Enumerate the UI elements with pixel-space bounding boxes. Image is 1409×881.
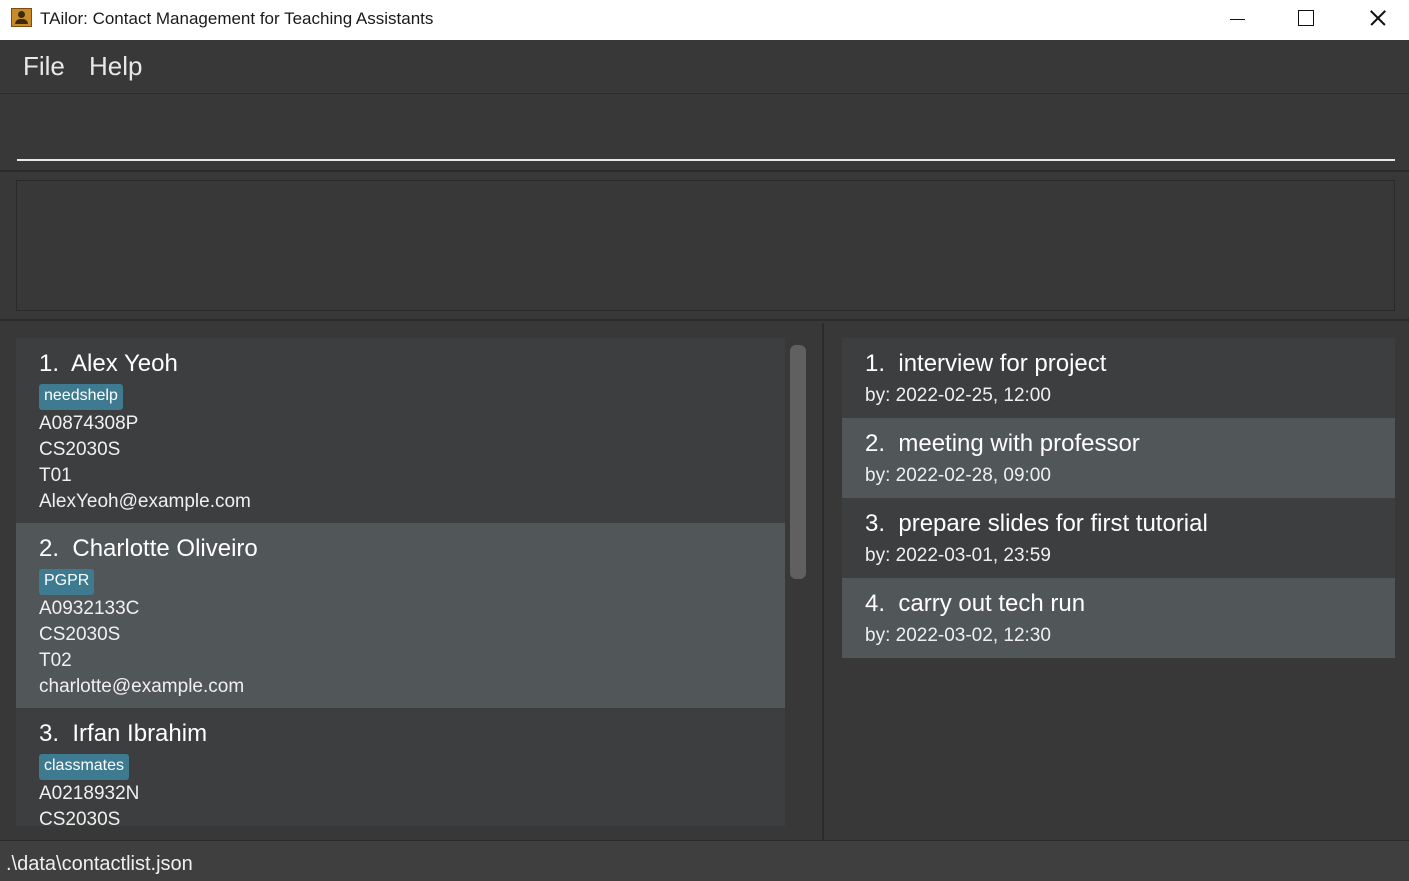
save-location: .\data\contactlist.json [6, 853, 193, 875]
menu-file[interactable]: File [23, 51, 65, 82]
command-box [0, 95, 1409, 172]
task-deadline: by: 2022-03-02, 12:30 [865, 625, 1051, 646]
person-tutorial: T01 [39, 465, 72, 486]
menu-bar: File Help [0, 40, 1409, 94]
close-icon[interactable] [1346, 0, 1406, 40]
person-card[interactable]: 2. Charlotte Oliveiro PGPR A0932133C CS2… [16, 523, 785, 708]
task-card[interactable]: 4. carry out tech run by: 2022-03-02, 12… [842, 578, 1395, 658]
person-list-scrollbar[interactable] [790, 345, 806, 579]
task-deadline: by: 2022-02-28, 09:00 [865, 465, 1051, 486]
person-tag: PGPR [39, 569, 95, 595]
task-title-text: meeting with professor [898, 430, 1140, 457]
person-student-id: A0874308P [39, 413, 139, 434]
task-card[interactable]: 3. prepare slides for first tutorial by:… [842, 498, 1395, 578]
result-display-container [0, 172, 1409, 321]
maximize-icon[interactable] [1275, 0, 1335, 40]
task-title-text: interview for project [898, 350, 1107, 377]
status-bar: .\data\contactlist.json [0, 840, 1409, 881]
person-tag: classmates [39, 754, 130, 780]
task-card[interactable]: 2. meeting with professor by: 2022-02-28… [842, 418, 1395, 498]
person-index: 2. [39, 535, 60, 562]
task-card[interactable]: 1. interview for project by: 2022-02-25,… [842, 338, 1395, 418]
task-index: 1. [865, 350, 886, 377]
contact-book-icon [11, 8, 32, 27]
person-name: 3. Irfan Ibrahim [39, 720, 207, 748]
task-list-panel: 1. interview for project by: 2022-02-25,… [826, 323, 1409, 840]
task-deadline: by: 2022-03-01, 23:59 [865, 545, 1051, 566]
person-name-text: Irfan Ibrahim [72, 720, 208, 747]
task-index: 2. [865, 430, 886, 457]
person-list-panel: 1. Alex Yeoh needshelp A0874308P CS2030S… [0, 323, 824, 840]
person-index: 1. [39, 350, 60, 377]
person-module: CS2030S [39, 439, 121, 460]
task-title-text: prepare slides for first tutorial [898, 510, 1208, 537]
person-email: charlotte@example.com [39, 676, 245, 697]
person-card[interactable]: 1. Alex Yeoh needshelp A0874308P CS2030S… [16, 338, 785, 523]
minimize-icon[interactable] [1207, 0, 1267, 40]
task-title: 1. interview for project [865, 350, 1106, 378]
person-name: 1. Alex Yeoh [39, 350, 178, 378]
person-tutorial: T02 [39, 650, 72, 671]
person-index: 3. [39, 720, 60, 747]
person-student-id: A0932133C [39, 598, 140, 619]
task-index: 4. [865, 590, 886, 617]
person-student-id: A0218932N [39, 783, 140, 804]
task-index: 3. [865, 510, 886, 537]
person-name-text: Alex Yeoh [71, 350, 178, 377]
person-email: AlexYeoh@example.com [39, 491, 251, 512]
person-name-text: Charlotte Oliveiro [72, 535, 258, 562]
menu-help[interactable]: Help [89, 51, 142, 82]
title-bar: TAilor: Contact Management for Teaching … [0, 0, 1409, 40]
task-title: 4. carry out tech run [865, 590, 1085, 618]
person-card[interactable]: 3. Irfan Ibrahim classmates A0218932N CS… [16, 708, 785, 826]
task-title-text: carry out tech run [898, 590, 1086, 617]
command-input[interactable] [17, 95, 1395, 161]
result-display [16, 180, 1395, 311]
person-module: CS2030S [39, 809, 121, 826]
person-name: 2. Charlotte Oliveiro [39, 535, 258, 563]
task-list[interactable]: 1. interview for project by: 2022-02-25,… [842, 338, 1395, 658]
person-list[interactable]: 1. Alex Yeoh needshelp A0874308P CS2030S… [16, 338, 785, 826]
task-title: 3. prepare slides for first tutorial [865, 510, 1208, 538]
person-tag: needshelp [39, 384, 123, 410]
person-module: CS2030S [39, 624, 121, 645]
task-title: 2. meeting with professor [865, 430, 1140, 458]
window-title: TAilor: Contact Management for Teaching … [40, 9, 434, 28]
task-deadline: by: 2022-02-25, 12:00 [865, 385, 1051, 406]
